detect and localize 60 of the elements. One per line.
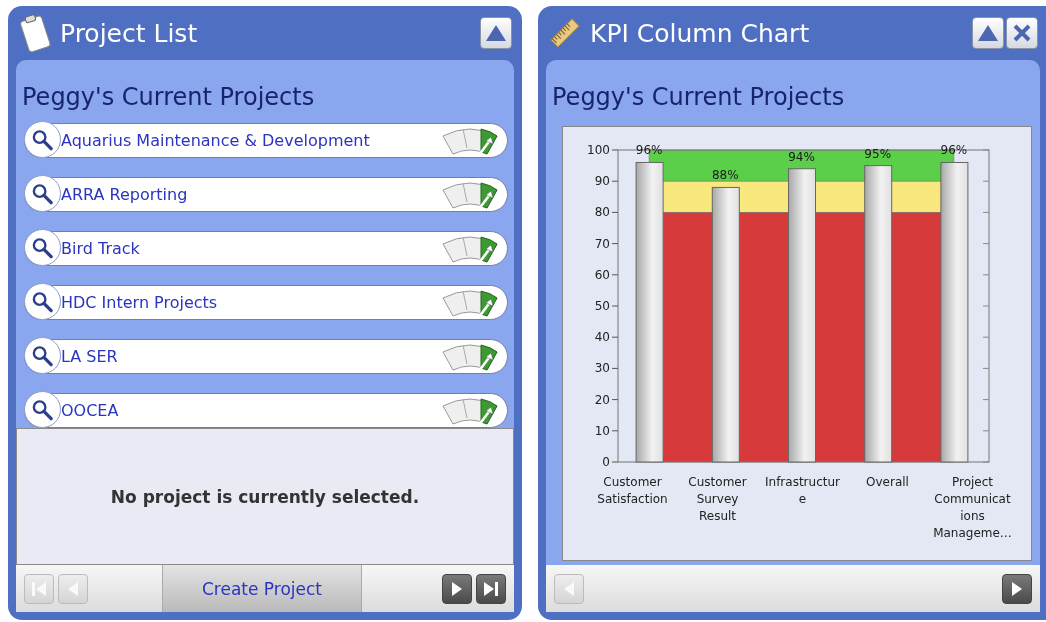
- category-label: Customer Survey Result: [687, 474, 748, 525]
- project-name: Bird Track: [61, 239, 141, 258]
- axis-tick-label: 20: [594, 392, 610, 407]
- gauge-icon[interactable]: [441, 341, 499, 372]
- category-label: Overall: [865, 474, 910, 491]
- axis-tick-label: 50: [594, 299, 610, 313]
- category-label: Project Communications Manageme…: [932, 474, 1013, 542]
- category-label: Infrastructure: [764, 474, 841, 508]
- panel-heading: Peggy's Current Projects: [551, 82, 846, 112]
- category-label: Customer Satisfaction: [596, 474, 669, 508]
- gauge-icon[interactable]: [441, 125, 499, 156]
- next-button[interactable]: [442, 573, 472, 604]
- up-triangle-icon: [485, 23, 507, 43]
- project-name: ARRA Reporting: [61, 185, 189, 204]
- gauge-icon[interactable]: [441, 395, 499, 426]
- project-name: OOCEA: [61, 401, 120, 420]
- project-name: HDC Intern Projects: [61, 293, 219, 312]
- collapse-button[interactable]: [972, 17, 1004, 49]
- axis-tick-label: 70: [594, 236, 610, 251]
- create-project-button[interactable]: Create Project: [162, 565, 362, 612]
- search-icon: [31, 289, 54, 314]
- window-title: KPI Column Chart: [590, 18, 811, 48]
- close-button[interactable]: [1006, 17, 1038, 49]
- search-icon: [31, 343, 54, 368]
- axis-tick-label: 0: [602, 455, 610, 469]
- gauge-icon[interactable]: [441, 233, 499, 264]
- project-name: LA SER: [61, 347, 119, 366]
- axis-tick-label: 40: [594, 330, 610, 345]
- axis-tick-label: 90: [594, 174, 610, 189]
- project-name: Aquarius Maintenance & Development: [61, 131, 371, 150]
- axis-tick-label: 80: [594, 205, 610, 220]
- search-button[interactable]: [24, 229, 61, 266]
- value-label: 96%: [940, 143, 968, 158]
- axis-tick-label: 100: [587, 143, 610, 157]
- search-button[interactable]: [24, 391, 61, 428]
- value-label: 94%: [788, 149, 815, 164]
- search-button[interactable]: [24, 122, 61, 158]
- gauge-icon[interactable]: [441, 179, 499, 210]
- search-button[interactable]: [24, 175, 61, 212]
- last-page-button[interactable]: [476, 573, 506, 604]
- search-button[interactable]: [24, 337, 61, 374]
- search-icon: [31, 235, 54, 260]
- collapse-button[interactable]: [480, 17, 512, 49]
- close-icon: [1012, 23, 1032, 43]
- axis-tick-label: 60: [594, 267, 610, 282]
- search-button[interactable]: [24, 283, 61, 320]
- value-label: 88%: [711, 168, 739, 183]
- value-label: 95%: [864, 146, 892, 161]
- search-icon: [31, 181, 54, 206]
- axis-tick-label: 30: [594, 361, 610, 376]
- next-button[interactable]: [1002, 573, 1032, 604]
- up-triangle-icon: [977, 23, 999, 43]
- value-label: 96%: [635, 143, 663, 158]
- panel-heading: Peggy's Current Projects: [21, 82, 316, 112]
- search-icon: [31, 127, 54, 152]
- window-title: Project List: [60, 18, 199, 48]
- gauge-icon[interactable]: [441, 287, 499, 318]
- search-icon: [31, 397, 54, 422]
- status-message: No project is currently selected.: [110, 486, 420, 507]
- axis-tick-label: 10: [594, 423, 610, 438]
